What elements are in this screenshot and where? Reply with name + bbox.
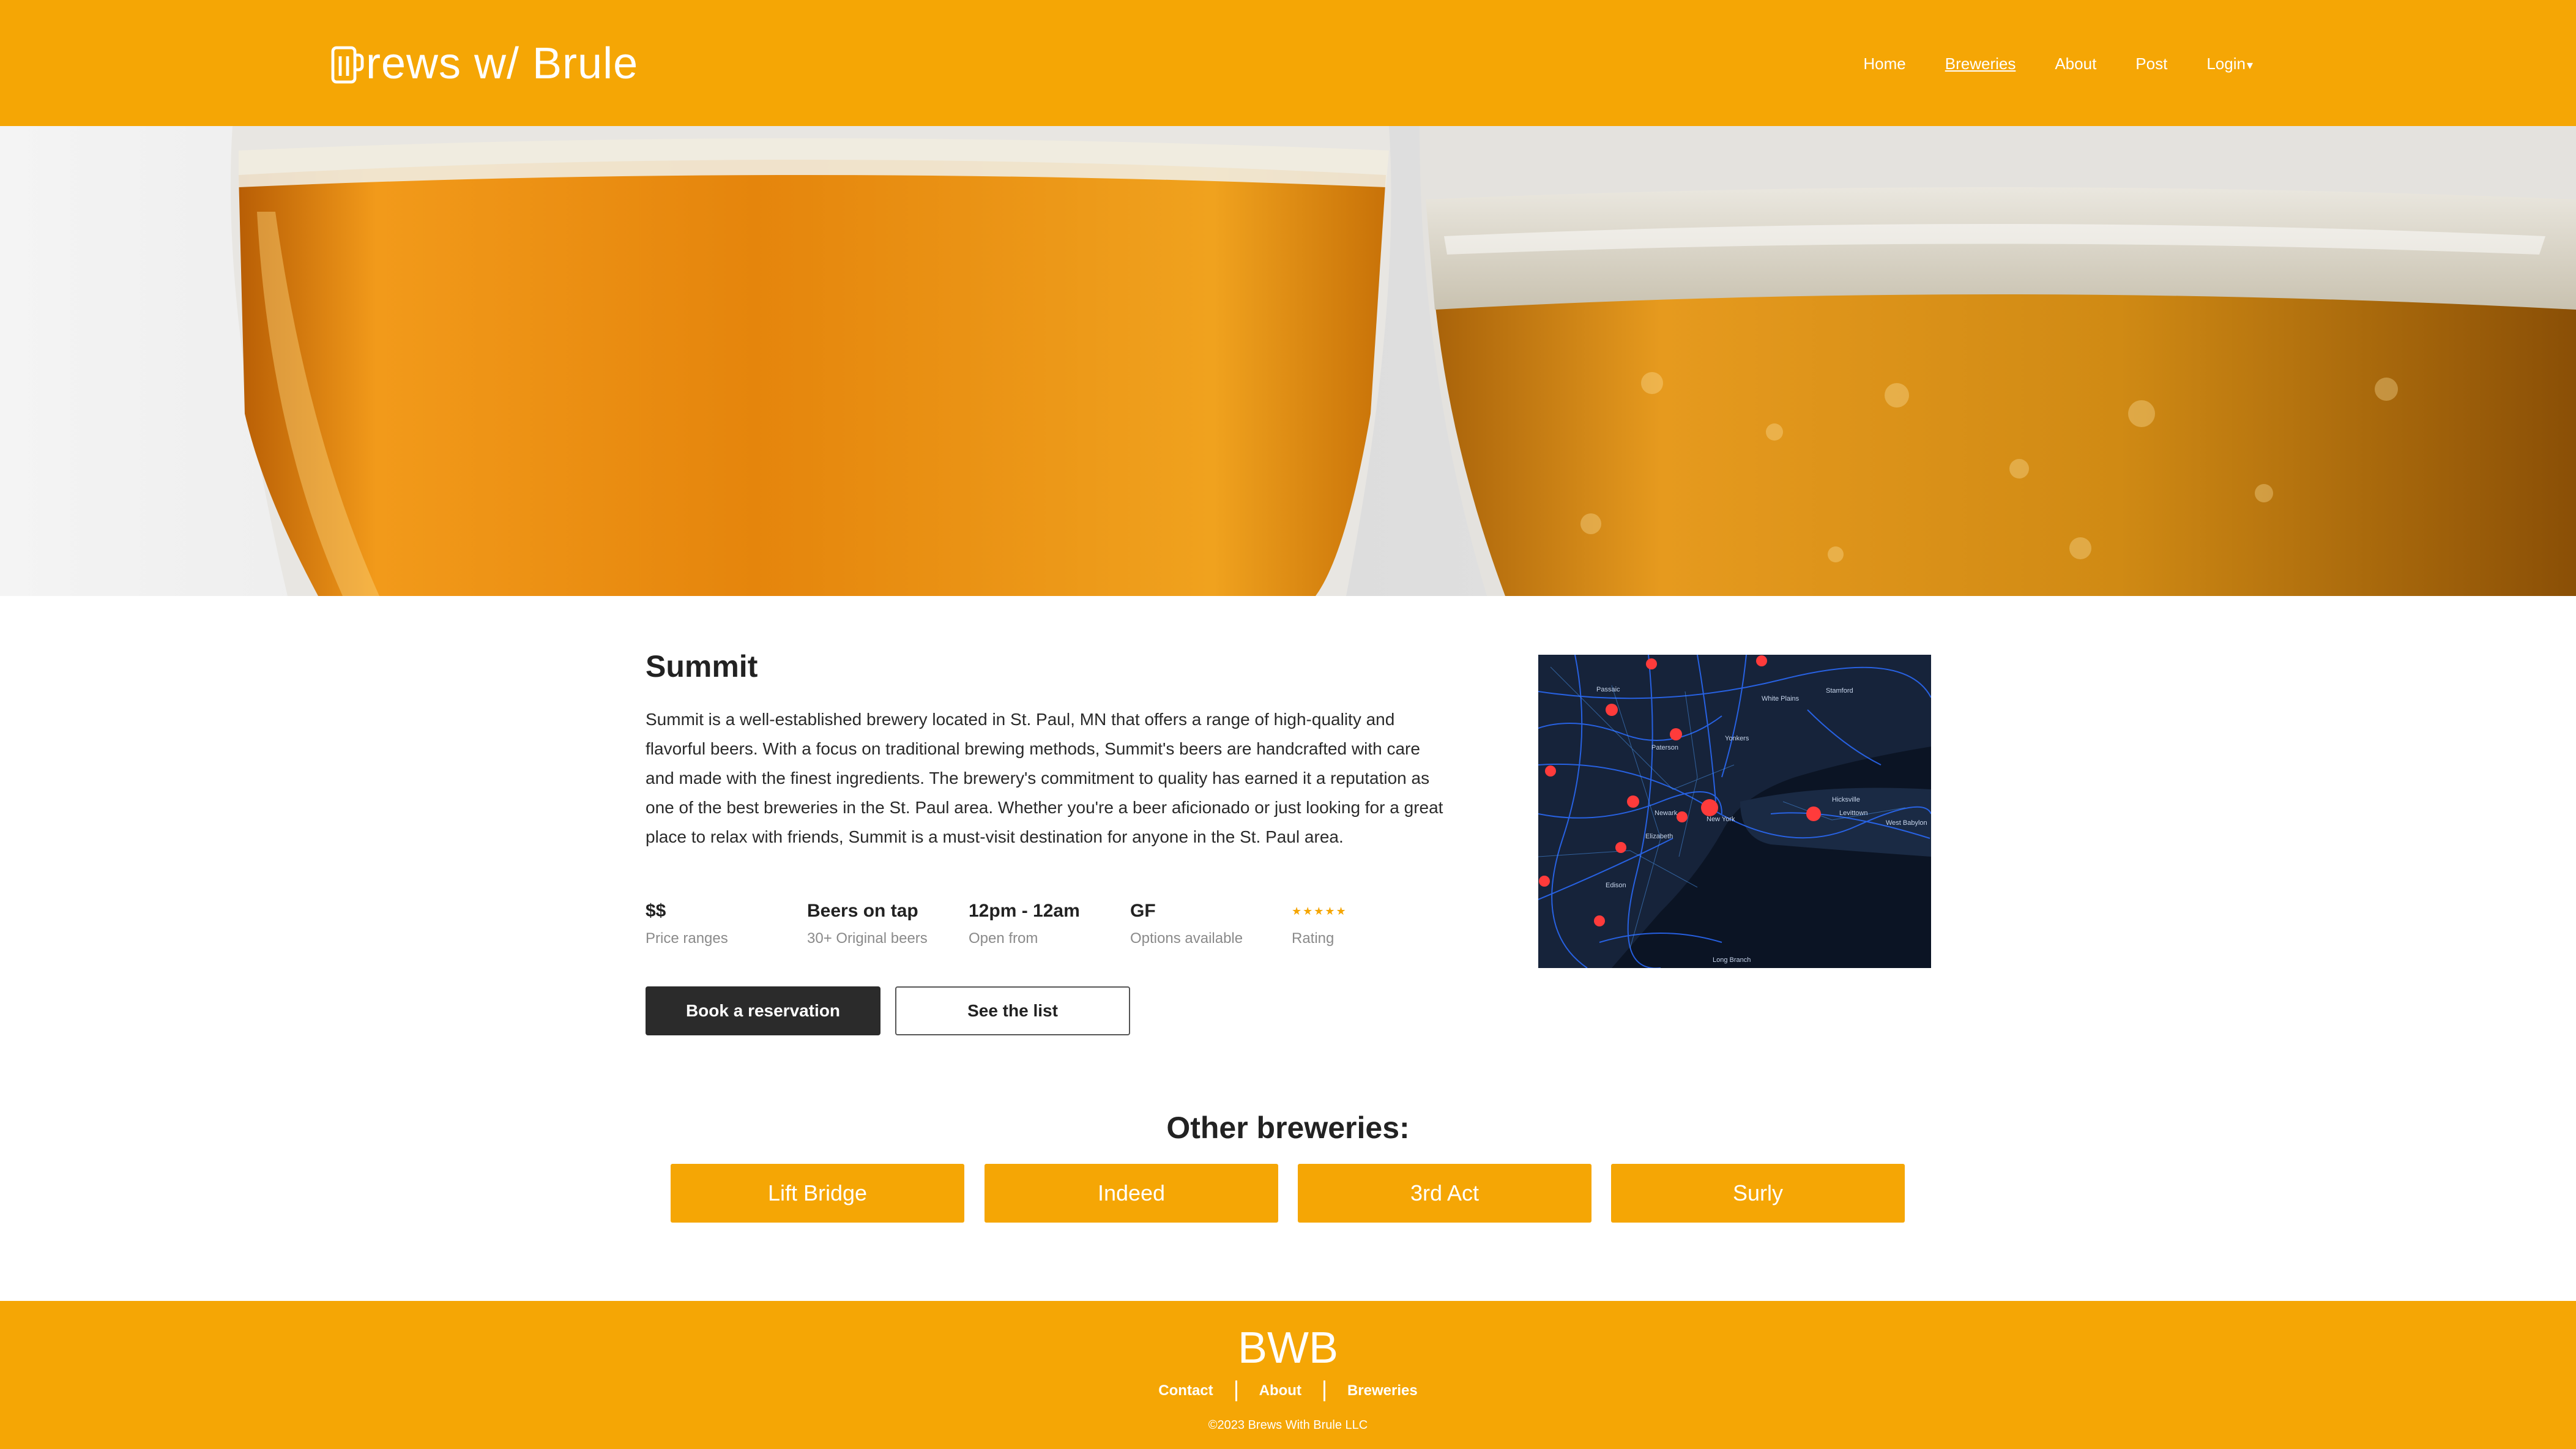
map-label: Yonkers: [1725, 735, 1749, 742]
stat-value: $$: [646, 901, 666, 921]
stat-hours: 12pm - 12am Open from: [969, 901, 1080, 947]
site-logo[interactable]: rews w/ Brule: [330, 38, 638, 89]
brewery-link-indeed[interactable]: Indeed: [985, 1164, 1278, 1223]
nav-about[interactable]: About: [2055, 54, 2096, 73]
rating-stars-icon: ★★★★★: [1292, 905, 1347, 917]
footer-link-about[interactable]: About: [1237, 1382, 1323, 1399]
map-label: Hicksville: [1832, 796, 1860, 803]
stat-value: GF: [1130, 901, 1156, 921]
see-list-button[interactable]: See the list: [895, 986, 1130, 1035]
map-label: Paterson: [1651, 744, 1678, 751]
footer-brand: BWB: [1237, 1324, 1338, 1373]
stat-value: 12pm - 12am: [969, 901, 1080, 921]
footer-links: Contact About Breweries: [0, 1380, 2576, 1401]
book-reservation-button[interactable]: Book a reservation: [646, 986, 880, 1035]
brewery-stats: $$ Price ranges Beers on tap 30+ Origina…: [646, 901, 1441, 956]
map-label: Long Branch: [1713, 956, 1751, 964]
footer-copyright: ©2023 Brews With Brule LLC: [1208, 1418, 1368, 1432]
map-label: Stamford: [1826, 687, 1853, 695]
stat-price: $$ Price ranges: [646, 901, 728, 947]
page: rews w/ Brule Home Breweries About Post …: [0, 0, 2576, 1449]
other-breweries-list: Lift Bridge Indeed 3rd Act Surly: [0, 1164, 2576, 1223]
footer-link-breweries[interactable]: Breweries: [1325, 1382, 1440, 1399]
main-nav: Home Breweries About Post Login ▾: [1863, 50, 2253, 77]
map-label: West Babylon: [1886, 819, 1927, 827]
brewery-link-lift-bridge[interactable]: Lift Bridge: [671, 1164, 964, 1223]
nav-breweries[interactable]: Breweries: [1945, 54, 2016, 73]
chevron-down-icon: ▾: [2246, 58, 2253, 72]
site-header: rews w/ Brule Home Breweries About Post …: [0, 0, 2576, 126]
logo-text: rews w/ Brule: [366, 39, 639, 88]
stat-label: Options available: [1130, 930, 1243, 947]
map-label: Passaic: [1596, 686, 1620, 693]
location-map[interactable]: Passaic White Plains Stamford Paterson Y…: [1538, 655, 1931, 968]
brewery-link-3rd-act[interactable]: 3rd Act: [1298, 1164, 1591, 1223]
hero-image: [0, 126, 2576, 596]
stat-label: 30+ Original beers: [807, 930, 928, 947]
map-label: Newark: [1655, 810, 1678, 817]
other-breweries-heading: Other breweries:: [1166, 1111, 1410, 1145]
stat-label: Price ranges: [646, 930, 728, 947]
stat-gf: GF Options available: [1130, 901, 1243, 947]
stat-label: Rating: [1292, 930, 1335, 947]
stat-value: Beers on tap: [807, 901, 918, 921]
beer-glasses-photo: [0, 126, 2576, 596]
nav-login[interactable]: Login ▾: [2206, 54, 2253, 73]
login-label: Login: [2206, 54, 2246, 73]
beer-mug-icon: [331, 46, 364, 84]
stat-rating: ★★★★★ Rating: [1292, 901, 1347, 947]
map-label: White Plains: [1762, 695, 1800, 702]
stat-label: Open from: [969, 930, 1038, 947]
brewery-details: Summit Summit is a well-established brew…: [646, 649, 1453, 1035]
map-label: Edison: [1606, 882, 1626, 889]
brewery-title: Summit: [646, 649, 758, 684]
brewery-description: Summit is a well-established brewery loc…: [646, 710, 1443, 846]
map-label: Levittown: [1839, 810, 1867, 817]
map-graphic: Passaic White Plains Stamford Paterson Y…: [1538, 655, 1931, 968]
map-label: New York: [1707, 816, 1735, 823]
map-label: Elizabeth: [1645, 833, 1673, 840]
footer-link-contact[interactable]: Contact: [1136, 1382, 1235, 1399]
stat-beers: Beers on tap 30+ Original beers: [807, 901, 928, 947]
nav-post[interactable]: Post: [2135, 54, 2167, 73]
nav-home[interactable]: Home: [1863, 54, 1905, 73]
site-footer: BWB Contact About Breweries ©2023 Brews …: [0, 1301, 2576, 1449]
brewery-link-surly[interactable]: Surly: [1611, 1164, 1905, 1223]
